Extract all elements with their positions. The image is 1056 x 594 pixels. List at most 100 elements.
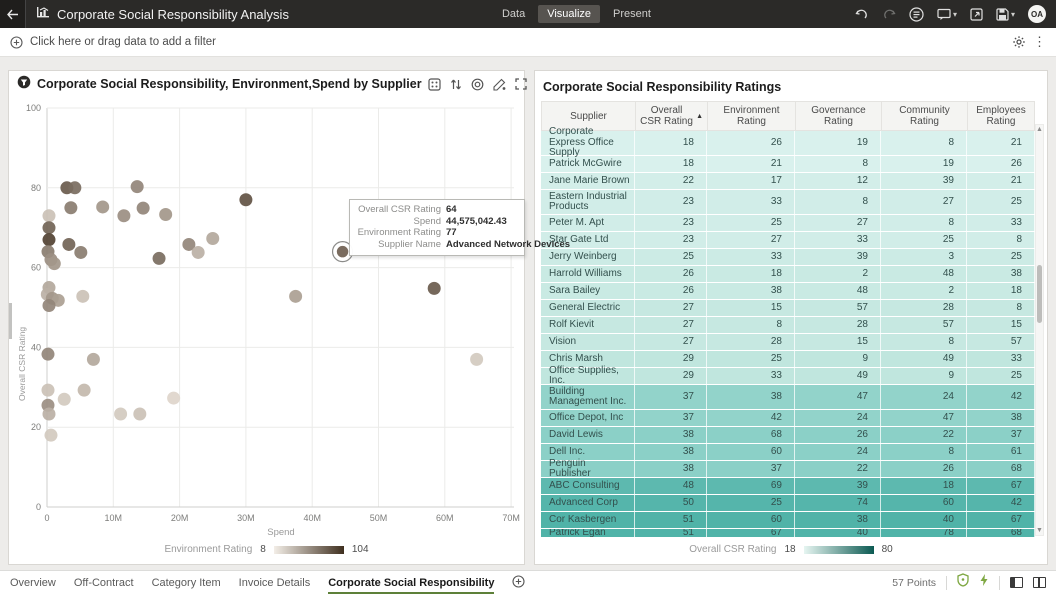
mode-tab-present[interactable]: Present [604,5,660,23]
comment-icon[interactable]: ▾ [937,8,957,21]
table-row[interactable]: Advanced Corp5025746042 [541,495,1035,512]
rating-cell: 27 [795,215,881,231]
rating-cell: 29 [635,368,707,384]
rating-cell: 33 [967,215,1035,231]
rating-cell: 48 [795,283,881,299]
rating-cell: 18 [881,478,967,494]
rating-cell: 24 [795,444,881,460]
rating-cell: 27 [707,232,795,248]
edit-icon[interactable] [493,78,506,91]
table-row[interactable]: Rolf Kievit278285715 [541,317,1035,334]
settings-gear-icon[interactable] [1012,35,1026,49]
maximize-icon[interactable] [515,78,527,90]
scatter-plot[interactable]: 010M20M30M40M50M60M70M020406080100Spend [9,97,526,539]
user-avatar[interactable]: OA [1028,5,1046,23]
rating-cell: 25 [635,249,707,265]
rating-cell: 37 [635,385,707,409]
rating-cell: 28 [707,334,795,350]
column-header-community-rating[interactable]: Community Rating [882,102,968,130]
rating-cell: 67 [967,478,1035,494]
rating-cell: 21 [967,131,1035,155]
table-row[interactable]: Patrick Egan5167407868 [541,529,1035,538]
table-row[interactable]: Sara Bailey263848218 [541,283,1035,300]
scrollbar-thumb[interactable] [1037,265,1042,323]
sort-icon[interactable] [450,78,462,91]
save-icon[interactable]: ▾ [996,8,1015,21]
table-scrollbar[interactable]: ▲ ▼ [1035,124,1044,536]
sheet-tab-category-item[interactable]: Category Item [152,571,221,594]
table-row[interactable]: Vision272815857 [541,334,1035,351]
chart-filter-icon[interactable] [17,75,31,94]
scroll-handle[interactable] [9,303,12,339]
rating-cell: 18 [967,283,1035,299]
table-row[interactable]: Patrick McGwire182181926 [541,156,1035,173]
scroll-up-icon[interactable]: ▲ [1036,126,1043,133]
filter-placeholder-text[interactable]: Click here or drag data to add a filter [30,36,216,48]
rating-cell: 60 [707,512,795,528]
table-row[interactable]: Office Depot, Inc3742244738 [541,410,1035,427]
scatter-chart-panel: Corporate Social Responsibility, Environ… [8,70,525,565]
quality-badge-icon[interactable] [957,573,969,592]
rating-cell: 28 [795,317,881,333]
column-header-governance-rating[interactable]: Governance Rating [796,102,882,130]
table-row[interactable]: Jerry Weinberg253339325 [541,249,1035,266]
sheet-tab-corporate-social-responsibility[interactable]: Corporate Social Responsibility [328,571,494,594]
scroll-down-icon[interactable]: ▼ [1036,527,1043,534]
add-filter-icon[interactable] [10,36,23,49]
rating-cell: 23 [635,232,707,248]
table-row[interactable]: Star Gate Ltd232733258 [541,232,1035,249]
add-sheet-icon[interactable] [512,575,525,591]
svg-text:0: 0 [44,513,49,523]
sheet-tab-off-contract[interactable]: Off-Contract [74,571,134,594]
svg-text:70M: 70M [502,513,520,523]
rating-cell: 47 [795,385,881,409]
table-row[interactable]: David Lewis3868262237 [541,427,1035,444]
table-row[interactable]: Cor Kasbergen5160384067 [541,512,1035,529]
column-header-overall-csr-rating[interactable]: Overall CSR Rating▲ [636,102,708,130]
table-row[interactable]: General Electric271557288 [541,300,1035,317]
open-in-window-icon[interactable] [970,8,983,21]
mode-tab-visualize[interactable]: Visualize [538,5,600,23]
table-row[interactable]: Harrold Williams261824838 [541,266,1035,283]
rating-cell: 9 [881,368,967,384]
rating-cell: 51 [635,529,707,537]
sheet-tab-overview[interactable]: Overview [10,571,56,594]
table-row[interactable]: Peter M. Apt232527833 [541,215,1035,232]
legend-label: Overall CSR Rating [689,544,776,555]
table-row[interactable]: Eastern Industrial Products233382725 [541,190,1035,215]
rating-cell: 42 [967,495,1035,511]
table-row[interactable]: Office Supplies, Inc.293349925 [541,368,1035,385]
data-grid-icon[interactable] [428,78,441,91]
rating-cell: 26 [635,283,707,299]
sheet-tab-invoice-details[interactable]: Invoice Details [239,571,311,594]
column-header-employees-rating[interactable]: Employees Rating [968,102,1034,130]
rating-cell: 68 [707,427,795,443]
table-row[interactable]: Jane Marie Brown2217123921 [541,173,1035,190]
undo-icon[interactable] [855,8,869,20]
back-button[interactable] [0,0,26,28]
rating-cell: 37 [967,427,1035,443]
rating-cell: 2 [795,266,881,282]
column-header-environment-rating[interactable]: Environment Rating [708,102,796,130]
mode-tabs: DataVisualizePresent [493,5,660,23]
table-row[interactable]: Corporate Express Office Supply182619821 [541,131,1035,156]
panel-left-layout-icon[interactable] [1010,577,1023,588]
table-row[interactable]: ABC Consulting4869391867 [541,478,1035,495]
svg-text:50M: 50M [370,513,388,523]
panel-split-layout-icon[interactable] [1033,577,1046,588]
rating-cell: 38 [635,461,707,477]
supplier-cell: Cor Kasbergen [541,512,635,528]
more-menu-icon[interactable]: ⋮ [1033,34,1046,50]
legend-gradient-bar [804,546,874,554]
target-icon[interactable] [471,78,484,91]
table-row[interactable]: Penguin Publisher3837222668 [541,461,1035,478]
table-row[interactable]: Building Management Inc.3738472442 [541,385,1035,410]
ratings-table: SupplierOverall CSR Rating▲Environment R… [541,101,1035,538]
rating-cell: 51 [635,512,707,528]
history-icon[interactable] [909,7,924,22]
redo-icon[interactable] [882,8,896,20]
mode-tab-data[interactable]: Data [493,5,534,23]
svg-text:60M: 60M [436,513,454,523]
chart-tooltip: Overall CSR Rating64Spend44,575,042.43En… [349,199,525,256]
bolt-icon[interactable] [979,573,989,592]
